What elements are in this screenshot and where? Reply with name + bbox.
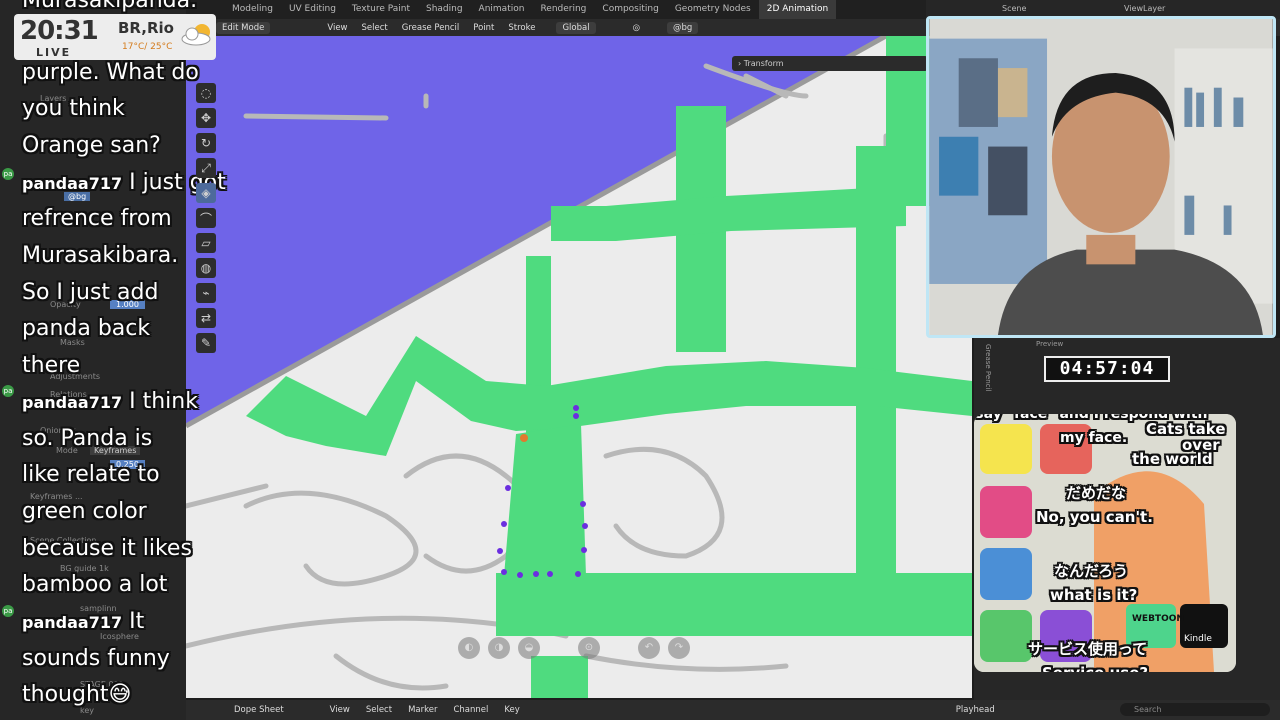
grease-pencil-canvas[interactable] bbox=[186, 36, 972, 698]
radius-tool-icon[interactable]: ◍ bbox=[196, 258, 216, 278]
stream-timer: 04:57:04 bbox=[1044, 356, 1170, 382]
chat-username: pandaa717 bbox=[22, 393, 123, 412]
chat-text: I think bbox=[122, 389, 198, 414]
stroke-tool-icon[interactable]: ◐ bbox=[458, 637, 480, 659]
chat-message: pandaa717 It bbox=[22, 609, 144, 634]
grease-pencil-sidebar-tab[interactable]: Grease Pencil bbox=[984, 344, 992, 391]
move-tool-icon[interactable]: ✥ bbox=[196, 108, 216, 128]
webtoon-logo: WEBTOON bbox=[1132, 614, 1184, 624]
chat-line: thought😅 bbox=[22, 682, 132, 707]
cursor-tool-icon[interactable]: ◌ bbox=[196, 83, 216, 103]
tab-modeling[interactable]: Modeling bbox=[224, 0, 281, 19]
chat-line: panda back bbox=[22, 316, 151, 341]
tab-compositing[interactable]: Compositing bbox=[594, 0, 666, 19]
caption-en-3: No, you can't. bbox=[1036, 508, 1153, 526]
caption-jp-2: なんだろう bbox=[1054, 562, 1129, 580]
chat-line: purple. What do bbox=[22, 60, 199, 85]
chat-line: sounds funny bbox=[22, 646, 170, 671]
ds-menu-view[interactable]: View bbox=[322, 705, 358, 715]
chat-line: there bbox=[22, 353, 81, 378]
caption-overlay: You say "face" and I respond with my fac… bbox=[974, 414, 1236, 672]
chat-text: It bbox=[122, 609, 145, 634]
ds-menu-select[interactable]: Select bbox=[358, 705, 400, 715]
chat-line: like relate to bbox=[22, 462, 160, 487]
temperature-range: 17°C/ 25°C bbox=[122, 42, 173, 52]
chat-line: Orange san? bbox=[22, 133, 161, 158]
chat-line: so. Panda is bbox=[22, 426, 153, 451]
editor-type-dropdown[interactable]: Dope Sheet bbox=[226, 705, 292, 715]
chat-line: you think bbox=[22, 96, 125, 121]
caption-en-5: Service use? bbox=[1042, 664, 1148, 672]
interpolate-tool-icon[interactable]: ⇄ bbox=[196, 308, 216, 328]
chat-username: pandaa717 bbox=[22, 174, 123, 193]
clock-location: BR,Rio bbox=[118, 19, 174, 37]
dope-sheet-header: Dope Sheet View Select Marker Channel Ke… bbox=[186, 700, 1280, 720]
left-dock: Layers @bg Opacity 1.000 Masks Adjustmen… bbox=[0, 0, 226, 720]
caption-jp-1: だめだな bbox=[1066, 484, 1127, 502]
tab-uv-editing[interactable]: UV Editing bbox=[281, 0, 344, 19]
tab-texture-paint[interactable]: Texture Paint bbox=[344, 0, 418, 19]
chat-line: Murasakibara. bbox=[22, 243, 179, 268]
preview-label: Preview bbox=[1036, 340, 1064, 348]
chat-line: refrence from bbox=[22, 206, 172, 231]
shear-tool-icon[interactable]: ▱ bbox=[196, 233, 216, 253]
chat-user-badge-icon: pa bbox=[2, 168, 14, 180]
chat-user-badge-icon: pa bbox=[2, 605, 14, 617]
ds-menu-channel[interactable]: Channel bbox=[445, 705, 496, 715]
ds-menu-key[interactable]: Key bbox=[496, 705, 527, 715]
snap-icon[interactable]: ◎ bbox=[626, 23, 647, 33]
tool-shelf: ◌ ✥ ↻ ⤢ ◈ ⌒ ▱ ◍ ⌁ ⇄ ✎ bbox=[194, 80, 218, 390]
live-label: LIVE bbox=[36, 46, 72, 59]
chat-overlay: Murasakipanda. purple. What do you think… bbox=[20, 0, 226, 720]
playhead-dropdown[interactable]: Playhead bbox=[948, 705, 1003, 715]
menu-grease-pencil[interactable]: Grease Pencil bbox=[395, 23, 467, 33]
transform-label: Transform bbox=[743, 59, 784, 68]
chat-line: Murasakipanda. bbox=[22, 0, 198, 13]
bend-tool-icon[interactable]: ⌒ bbox=[196, 208, 216, 228]
caption-jp-3: サービス使用って bbox=[1028, 640, 1148, 658]
orientation-dropdown[interactable]: Global bbox=[556, 21, 596, 34]
tab-rendering[interactable]: Rendering bbox=[532, 0, 594, 19]
menu-view[interactable]: View bbox=[320, 23, 354, 33]
caption-en-4: what is it? bbox=[1050, 586, 1138, 604]
menu-stroke[interactable]: Stroke bbox=[501, 23, 542, 33]
chat-line: green color bbox=[22, 499, 147, 524]
annotate-tool-icon[interactable]: ✎ bbox=[196, 333, 216, 353]
sticker-line-3: the world bbox=[1132, 450, 1213, 468]
transform-tool-icon[interactable]: ◈ bbox=[196, 183, 216, 203]
mode-selector[interactable]: Edit Mode bbox=[216, 21, 271, 34]
scale-tool-icon[interactable]: ⤢ bbox=[196, 158, 216, 178]
fill-tool-icon[interactable]: ◑ bbox=[488, 637, 510, 659]
chat-user-badge-icon: pa bbox=[2, 385, 14, 397]
pin-tool-icon[interactable]: ⊙ bbox=[578, 637, 600, 659]
view-layer-label[interactable]: ViewLayer bbox=[1124, 4, 1165, 13]
weather-cloud-icon bbox=[181, 24, 211, 46]
chat-message: pandaa717 I think bbox=[22, 389, 198, 414]
ds-menu-marker[interactable]: Marker bbox=[400, 705, 445, 715]
clock-time: 20:31 bbox=[20, 16, 99, 46]
webcam-feed bbox=[926, 16, 1276, 338]
undo-icon[interactable]: ↶ bbox=[638, 637, 660, 659]
redo-icon[interactable]: ↷ bbox=[668, 637, 690, 659]
chat-username: pandaa717 bbox=[22, 613, 123, 632]
chat-line: bamboo a lot bbox=[22, 572, 168, 597]
kindle-logo: Kindle bbox=[1184, 634, 1212, 644]
tab-animation[interactable]: Animation bbox=[471, 0, 533, 19]
dopesheet-search-input[interactable]: Search bbox=[1120, 703, 1270, 716]
chat-line: So I just add bbox=[22, 280, 159, 305]
transform-panel[interactable]: › Transform bbox=[732, 56, 928, 71]
layer-dropdown[interactable]: @bg bbox=[667, 21, 699, 34]
menu-select[interactable]: Select bbox=[355, 23, 395, 33]
clock-widget: 20:31 BR,Rio LIVE 17°C/ 25°C bbox=[14, 14, 216, 60]
tab-shading[interactable]: Shading bbox=[418, 0, 471, 19]
tab-geometry-nodes[interactable]: Geometry Nodes bbox=[667, 0, 759, 19]
menu-point[interactable]: Point bbox=[466, 23, 501, 33]
eyedropper-icon[interactable]: ⌁ bbox=[196, 283, 216, 303]
chat-line: because it likes bbox=[22, 536, 192, 561]
rotate-tool-icon[interactable]: ↻ bbox=[196, 133, 216, 153]
tab-2d-animation[interactable]: 2D Animation bbox=[758, 0, 837, 19]
caption-en-2: my face. bbox=[1060, 430, 1128, 446]
scene-label[interactable]: Scene bbox=[1002, 4, 1026, 13]
erase-tool-icon[interactable]: ◒ bbox=[518, 637, 540, 659]
